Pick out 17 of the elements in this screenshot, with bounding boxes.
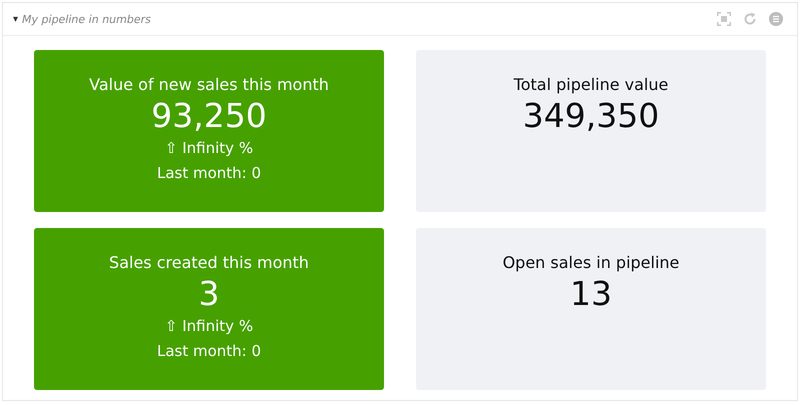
previous-value: Last month: 0 [156,341,262,362]
menu-icon[interactable] [769,12,783,26]
refresh-icon[interactable] [743,12,757,26]
fullscreen-icon[interactable] [717,12,731,26]
metric-label: Open sales in pipeline [502,252,680,274]
metric-value: 13 [570,274,612,314]
previous-value: Last month: 0 [156,163,262,184]
collapse-toggle[interactable]: ▾ [13,14,18,24]
metric-value: 349,350 [522,96,660,136]
metric-label: Total pipeline value [514,74,668,96]
metric-value: 3 [198,274,220,314]
metric-label: Sales created this month [109,252,309,274]
metric-change: ⇧ Infinity % [164,316,254,337]
panel-title: My pipeline in numbers [22,12,151,26]
metric-value: 93,250 [151,96,267,136]
metric-label: Value of new sales this month [89,74,329,96]
metric-change: ⇧ Infinity % [164,138,254,159]
